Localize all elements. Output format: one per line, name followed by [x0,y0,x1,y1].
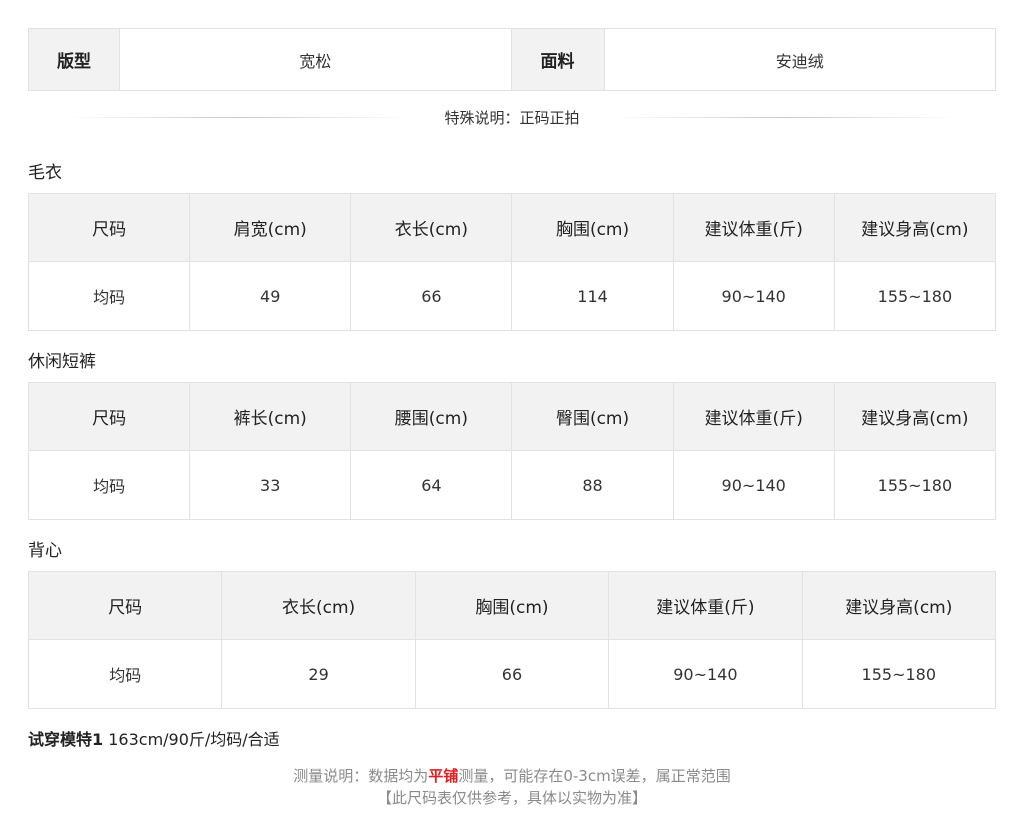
table-row: 均码 29 66 90~140 155~180 [27,639,997,709]
header-cell: 尺码 [27,382,191,451]
header-cell: 建议身高(cm) [833,382,997,451]
table-cell: 64 [350,450,513,520]
table-row: 均码 49 66 114 90~140 155~180 [27,261,997,331]
header-cell: 尺码 [27,193,191,262]
table-cell: 均码 [27,261,191,331]
section-title-sweater: 毛衣 [28,163,62,183]
divider-right [615,116,956,118]
table-cell: 29 [221,639,416,709]
special-note: 特殊说明：正码正拍 [28,106,996,128]
header-cell: 胸围(cm) [414,571,610,640]
vest-size-table: 尺码 衣长(cm) 胸围(cm) 建议体重(斤) 建议身高(cm) 均码 29 … [27,571,997,709]
header-cell: 尺码 [27,571,223,640]
header-cell: 建议身高(cm) [833,193,997,262]
table-header-row: 尺码 肩宽(cm) 衣长(cm) 胸围(cm) 建议体重(斤) 建议身高(cm) [27,193,997,262]
size-chart: 版型 宽松 面料 安迪绒 特殊说明：正码正拍 毛衣 尺码 肩宽(cm) 衣长(c… [27,28,997,807]
note-prefix: 测量说明：数据均为 [293,767,429,785]
note-highlight: 平铺 [428,767,459,785]
section-title-shorts: 休闲短裤 [28,352,96,372]
table-cell: 90~140 [672,261,835,331]
fitting-model-info: 试穿模特1 163cm/90斤/均码/合适 [28,726,280,750]
table-header-row: 尺码 裤长(cm) 腰围(cm) 臀围(cm) 建议体重(斤) 建议身高(cm) [27,382,997,451]
table-cell: 均码 [27,639,223,709]
table-cell: 88 [511,450,674,520]
fabric-label: 面料 [511,29,605,90]
measurement-note: 测量说明：数据均为平铺测量，可能存在0-3cm误差，属正常范围 【此尺码表仅供参… [28,765,996,809]
header-cell: 臀围(cm) [511,382,674,451]
header-cell: 腰围(cm) [350,382,513,451]
table-cell: 33 [189,450,352,520]
fit-label: 版型 [29,29,120,90]
table-cell: 155~180 [833,450,997,520]
measurement-note-line2: 【此尺码表仅供参考，具体以实物为准】 [376,789,647,807]
fit-value: 宽松 [120,29,512,90]
model-value: 163cm/90斤/均码/合适 [103,730,280,749]
table-cell: 114 [511,261,674,331]
note-suffix: 测量，可能存在0-3cm误差，属正常范围 [458,767,731,785]
section-title-vest: 背心 [28,541,62,561]
table-cell: 66 [350,261,513,331]
table-cell: 90~140 [672,450,835,520]
divider-left [68,116,409,118]
header-cell: 衣长(cm) [221,571,416,640]
header-cell: 衣长(cm) [350,193,513,262]
shorts-size-table: 尺码 裤长(cm) 腰围(cm) 臀围(cm) 建议体重(斤) 建议身高(cm)… [27,382,997,520]
table-cell: 均码 [27,450,191,520]
table-cell: 155~180 [833,261,997,331]
table-cell: 155~180 [801,639,997,709]
header-cell: 裤长(cm) [189,382,352,451]
table-header-row: 尺码 衣长(cm) 胸围(cm) 建议体重(斤) 建议身高(cm) [27,571,997,640]
table-cell: 66 [414,639,610,709]
table-cell: 49 [189,261,352,331]
header-cell: 建议身高(cm) [801,571,997,640]
measurement-note-line1: 测量说明：数据均为平铺测量，可能存在0-3cm误差，属正常范围 [28,765,996,787]
header-cell: 胸围(cm) [511,193,674,262]
special-note-text: 特殊说明：正码正拍 [444,108,580,127]
model-label: 试穿模特1 [28,730,104,749]
header-cell: 建议体重(斤) [608,571,803,640]
table-row: 均码 33 64 88 90~140 155~180 [27,450,997,520]
header-cell: 建议体重(斤) [672,193,835,262]
header-cell: 肩宽(cm) [189,193,352,262]
header-cell: 建议体重(斤) [672,382,835,451]
fabric-value: 安迪绒 [775,51,824,71]
sweater-size-table: 尺码 肩宽(cm) 衣长(cm) 胸围(cm) 建议体重(斤) 建议身高(cm)… [27,193,997,331]
attribute-table: 版型 宽松 面料 安迪绒 [28,28,996,91]
table-cell: 90~140 [608,639,803,709]
